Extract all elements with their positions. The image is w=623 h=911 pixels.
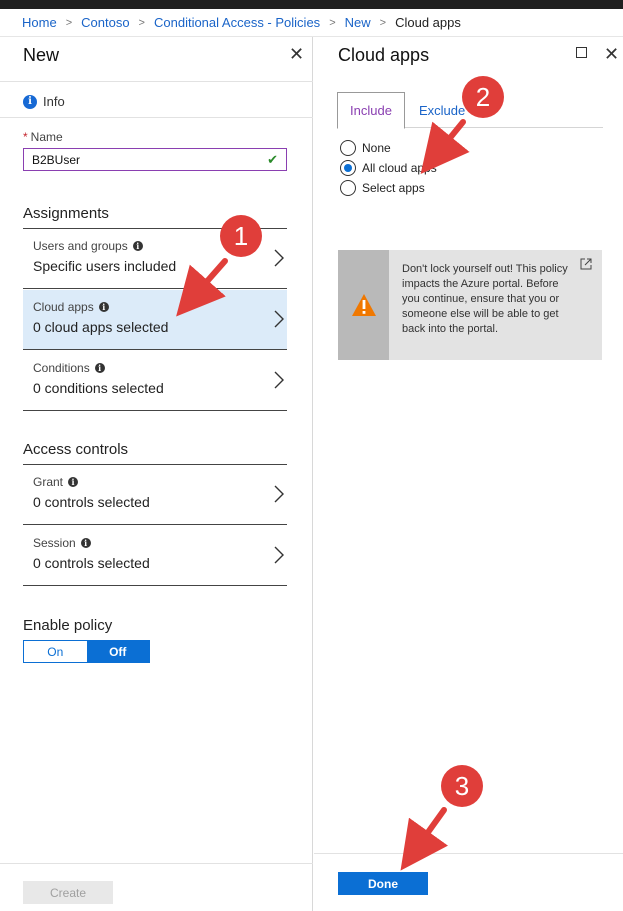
row-label: Session	[33, 536, 76, 550]
annotation-badge-2: 2	[462, 76, 504, 118]
warning-text: Don't lock yourself out! This policy imp…	[402, 263, 568, 335]
radio-circle	[340, 160, 356, 176]
chevron-right-icon: >	[379, 16, 387, 29]
warning-icon	[351, 294, 376, 316]
access-controls-title: Access controls	[23, 441, 129, 458]
chevron-right-icon	[274, 310, 284, 328]
blade-title: Cloud apps	[338, 45, 430, 65]
name-label-text: Name	[30, 130, 63, 144]
radio-circle	[340, 180, 356, 196]
breadcrumb-cloud-apps: Cloud apps	[395, 15, 461, 30]
radio-circle	[340, 140, 356, 156]
row-value: 0 cloud apps selected	[33, 319, 169, 335]
radio-label: All cloud apps	[362, 161, 437, 175]
row-value: Specific users included	[33, 258, 177, 274]
new-policy-blade: New ✕ i Info * Name B2BUser ✔ Assignments…	[0, 37, 313, 911]
annotation-badge-3: 3	[441, 765, 483, 807]
chevron-right-icon: >	[138, 16, 145, 29]
toggle-on-option[interactable]: On	[24, 641, 87, 662]
chevron-right-icon	[274, 249, 284, 267]
row-label: Grant	[33, 475, 64, 489]
grant-row[interactable]: Grant i 0 controls selected	[23, 465, 287, 525]
tab-include[interactable]: Include	[337, 92, 405, 129]
chevron-right-icon: >	[65, 16, 73, 29]
enable-policy-toggle[interactable]: On Off	[23, 640, 150, 663]
row-value: 0 conditions selected	[33, 380, 164, 396]
name-field[interactable]: B2BUser ✔	[23, 148, 287, 171]
divider	[0, 117, 313, 118]
chevron-right-icon	[274, 546, 284, 564]
done-button[interactable]: Done	[338, 872, 428, 895]
warning-icon-area	[338, 250, 389, 360]
divider	[0, 863, 313, 864]
divider	[314, 853, 623, 854]
chevron-right-icon: >	[329, 16, 336, 29]
breadcrumb-home[interactable]: Home	[22, 15, 57, 30]
radio-all-cloud-apps[interactable]: All cloud apps	[340, 160, 437, 176]
checkmark-icon: ✔	[267, 151, 278, 167]
annotation-badge-1: 1	[220, 215, 262, 257]
assignments-title: Assignments	[23, 205, 109, 222]
name-label: * Name	[23, 130, 63, 144]
row-label: Cloud apps	[33, 300, 94, 314]
divider	[0, 81, 313, 82]
session-row[interactable]: Session i 0 controls selected	[23, 526, 287, 586]
info-link[interactable]: i Info	[23, 94, 65, 109]
info-icon: i	[94, 363, 105, 373]
lockout-warning: Don't lock yourself out! This policy imp…	[338, 250, 602, 360]
breadcrumb-policies[interactable]: Conditional Access - Policies	[154, 15, 320, 30]
breadcrumb-contoso[interactable]: Contoso	[81, 15, 129, 30]
blade-title: New	[23, 45, 60, 65]
create-button[interactable]: Create	[23, 881, 113, 904]
info-icon: i	[68, 477, 79, 487]
external-link-icon[interactable]	[580, 258, 592, 270]
radio-select-apps[interactable]: Select apps	[340, 180, 425, 196]
portal-top-bar	[0, 0, 623, 9]
maximize-icon[interactable]	[576, 47, 587, 58]
radio-none[interactable]: None	[340, 140, 391, 156]
breadcrumb-new[interactable]: New	[345, 15, 371, 30]
close-icon[interactable]: ✕	[604, 45, 619, 63]
cloud-apps-row[interactable]: Cloud apps i 0 cloud apps selected	[23, 290, 287, 350]
row-value: 0 controls selected	[33, 555, 150, 571]
chevron-right-icon	[274, 485, 284, 503]
breadcrumb: Home > Contoso > Conditional Access - Po…	[0, 9, 623, 37]
tab-exclude[interactable]: Exclude	[419, 92, 465, 128]
conditions-row[interactable]: Conditions i 0 conditions selected	[23, 351, 287, 411]
info-icon: i	[98, 302, 109, 312]
row-value: 0 controls selected	[33, 494, 150, 510]
row-label: Conditions	[33, 361, 90, 375]
info-icon: i	[23, 94, 37, 109]
chevron-right-icon	[274, 371, 284, 389]
row-label: Users and groups	[33, 239, 128, 253]
toggle-off-option[interactable]: Off	[86, 641, 149, 662]
enable-policy-title: Enable policy	[23, 617, 113, 634]
info-icon: i	[132, 241, 143, 251]
close-icon[interactable]: ✕	[289, 45, 304, 63]
radio-label: None	[362, 141, 391, 155]
required-asterisk: *	[23, 130, 28, 144]
radio-label: Select apps	[362, 181, 425, 195]
info-icon: i	[80, 538, 91, 548]
info-label: Info	[43, 94, 65, 109]
name-field-value: B2BUser	[32, 152, 81, 167]
